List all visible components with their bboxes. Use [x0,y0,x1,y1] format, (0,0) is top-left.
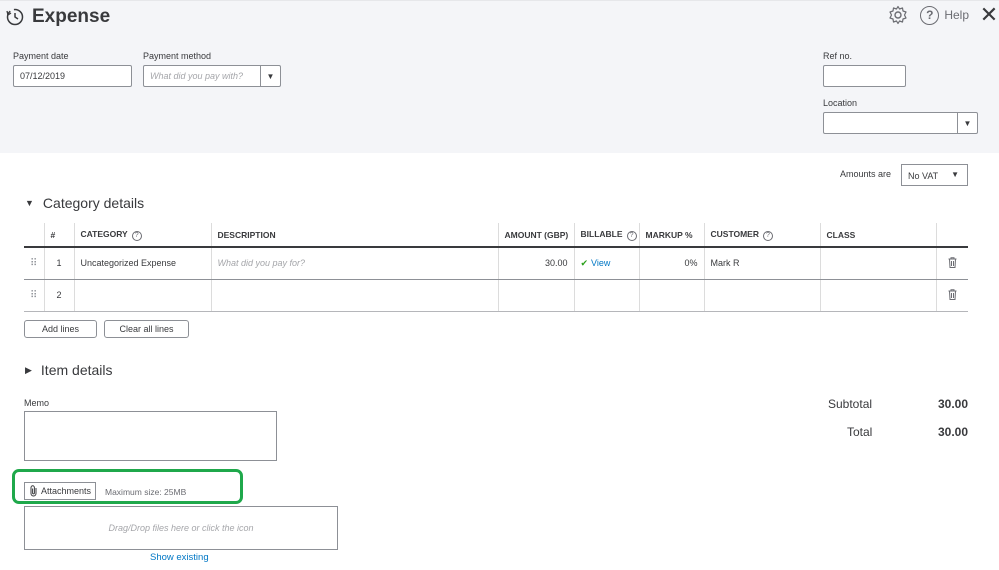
show-existing-link[interactable]: Show existing [150,552,209,563]
row-number: 2 [43,279,74,312]
col-category: CATEGORY? [73,223,211,248]
caret-right-icon: ▶ [25,364,32,375]
col-actions [935,223,968,248]
billable-cell[interactable]: ✔ View [573,247,639,280]
markup-cell[interactable] [638,279,704,312]
customer-cell[interactable]: Mark R [703,247,820,280]
subtotal-label: Subtotal [828,397,873,411]
memo-field[interactable] [24,411,277,461]
caret-down-icon: ▼ [25,198,34,208]
col-drag [24,223,44,248]
ref-no-field[interactable] [823,65,906,87]
category-cell[interactable]: Uncategorized Expense [73,247,211,280]
amounts-are-label: Amounts are [840,169,892,179]
trash-icon [948,257,957,268]
item-details-toggle[interactable]: ▶ Item details [25,362,113,378]
location-field[interactable] [823,112,959,134]
help-icon: ? [920,5,940,25]
payment-method-label: Payment method [143,51,212,61]
payment-method-field[interactable]: What did you pay with? [143,65,261,87]
row-number: 1 [43,247,74,280]
attachments-button[interactable]: Attachments [24,482,96,500]
item-details-title: Item details [40,362,113,378]
max-size-text: Maximum size: 25MB [105,487,187,497]
chevron-down-icon: ▼ [951,170,959,179]
class-cell[interactable] [819,247,936,280]
description-cell[interactable]: What did you pay for? [210,247,498,280]
payment-method-dropdown-icon[interactable]: ▼ [260,65,281,87]
table-header-row: # CATEGORY? DESCRIPTION AMOUNT (GBP) BIL… [24,223,968,248]
delete-row-button[interactable] [935,279,968,312]
location-dropdown-icon[interactable]: ▼ [957,112,978,134]
memo-label: Memo [24,398,50,408]
help-button[interactable]: ? Help [920,5,969,25]
ref-no-label: Ref no. [823,51,853,61]
help-label: Help [944,8,969,22]
billable-cell[interactable] [573,279,639,312]
col-class: CLASS [819,223,936,248]
table-row[interactable]: ⠿ 2 [24,279,968,312]
amount-cell[interactable] [497,279,574,312]
amounts-are-value: No VAT [908,171,939,181]
drag-handle-icon[interactable]: ⠿ [24,279,44,312]
class-cell[interactable] [819,279,936,312]
drag-handle-icon[interactable]: ⠿ [24,247,44,280]
payment-date-label: Payment date [13,51,69,61]
checkmark-icon: ✔ [580,257,589,268]
category-cell[interactable] [73,279,211,312]
dropzone-text: Drag/Drop files here or click the icon [108,523,254,533]
customer-cell[interactable] [703,279,820,312]
category-details-title: Category details [42,195,145,211]
title-area: Expense [5,6,110,28]
total-label: Total [847,425,873,439]
amounts-are-select[interactable]: No VAT ▼ [901,164,968,186]
subtotal-value: 30.00 [937,397,968,411]
col-customer: CUSTOMER? [703,223,820,248]
attachment-dropzone[interactable]: Drag/Drop files here or click the icon [24,506,338,550]
col-billable: BILLABLE? [573,223,639,248]
billable-view-link[interactable]: View [591,258,610,268]
customer-info-icon[interactable]: ? [763,230,773,241]
trash-icon [948,288,957,300]
table-row[interactable]: ⠿ 1 Uncategorized Expense What did you p… [24,247,968,280]
billable-info-icon[interactable]: ? [626,230,637,241]
col-description: DESCRIPTION [210,223,498,248]
description-cell[interactable] [210,279,498,312]
markup-cell[interactable]: 0% [638,247,704,280]
category-details-toggle[interactable]: ▼ Category details [25,195,144,211]
category-table: # CATEGORY? DESCRIPTION AMOUNT (GBP) BIL… [24,223,968,312]
header-panel: Expense ? Help ✕ Payment date 07/12/2019… [0,0,999,153]
gear-icon[interactable] [888,5,908,25]
total-value: 30.00 [937,425,968,439]
amount-cell[interactable]: 30.00 [497,247,574,280]
delete-row-button[interactable] [935,247,968,280]
recent-transactions-icon[interactable] [5,7,25,27]
category-info-icon[interactable]: ? [131,230,142,241]
add-lines-button[interactable]: Add lines [24,320,97,338]
attachments-label: Attachments [41,486,92,496]
top-divider [0,0,999,1]
header-actions: ? Help ✕ [888,4,999,26]
paperclip-icon [30,485,37,497]
location-label: Location [823,98,858,108]
page-title: Expense [32,6,111,27]
col-number: # [43,223,74,248]
close-icon[interactable]: ✕ [979,4,999,26]
col-markup: MARKUP % [638,223,704,248]
payment-date-field[interactable]: 07/12/2019 [13,65,132,87]
clear-all-lines-button[interactable]: Clear all lines [104,320,189,338]
col-amount: AMOUNT (GBP) [497,223,574,248]
